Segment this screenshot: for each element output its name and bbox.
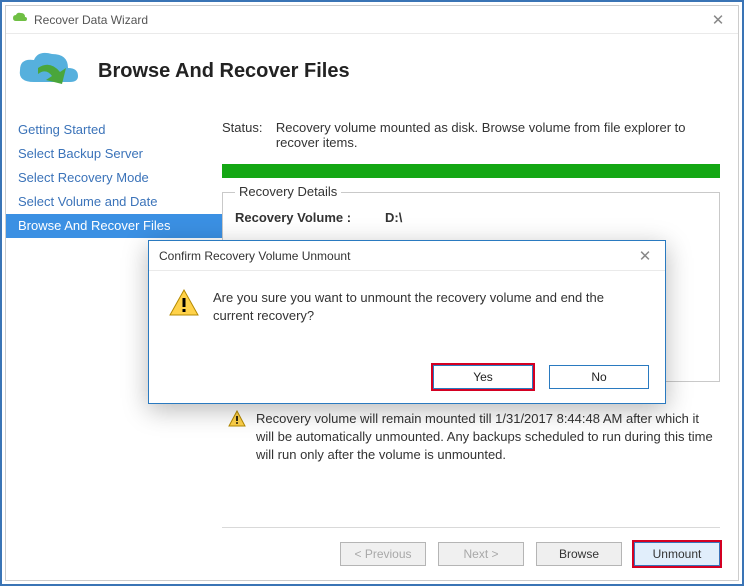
previous-button: < Previous [340,542,426,566]
page-title: Browse And Recover Files [98,60,350,83]
yes-button[interactable]: Yes [433,365,533,389]
footer: < Previous Next > Browse Unmount [222,527,720,572]
dialog-title: Confirm Recovery Volume Unmount [159,249,631,263]
progress-bar [222,164,720,178]
status-label: Status: [222,120,276,150]
sidebar-item-recovery-mode[interactable]: Select Recovery Mode [6,166,222,190]
window-title: Recover Data Wizard [34,13,698,27]
status-row: Status: Recovery volume mounted as disk.… [222,112,720,164]
browse-button[interactable]: Browse [536,542,622,566]
sidebar-item-getting-started[interactable]: Getting Started [6,118,222,142]
warning-text: Recovery volume will remain mounted till… [246,410,720,465]
sidebar-item-browse-recover[interactable]: Browse And Recover Files [6,214,222,238]
app-icon [12,12,28,27]
volume-label: Recovery Volume : [235,210,385,225]
fieldset-legend: Recovery Details [235,184,341,199]
close-icon[interactable]: ✕ [698,6,738,33]
sidebar-item-backup-server[interactable]: Select Backup Server [6,142,222,166]
confirm-unmount-dialog: Confirm Recovery Volume Unmount ✕ Are yo… [148,240,666,404]
warning-icon [228,410,246,433]
dialog-close-icon[interactable]: ✕ [631,247,659,265]
volume-value: D:\ [385,210,402,225]
header: Browse And Recover Files [6,34,738,112]
warning-icon [169,289,199,365]
status-text: Recovery volume mounted as disk. Browse … [276,120,720,150]
next-button: Next > [438,542,524,566]
no-button[interactable]: No [549,365,649,389]
unmount-button[interactable]: Unmount [634,542,720,566]
cloud-logo-icon [16,50,80,93]
dialog-message: Are you sure you want to unmount the rec… [199,289,647,365]
titlebar: Recover Data Wizard ✕ [6,6,738,34]
sidebar-item-volume-date[interactable]: Select Volume and Date [6,190,222,214]
